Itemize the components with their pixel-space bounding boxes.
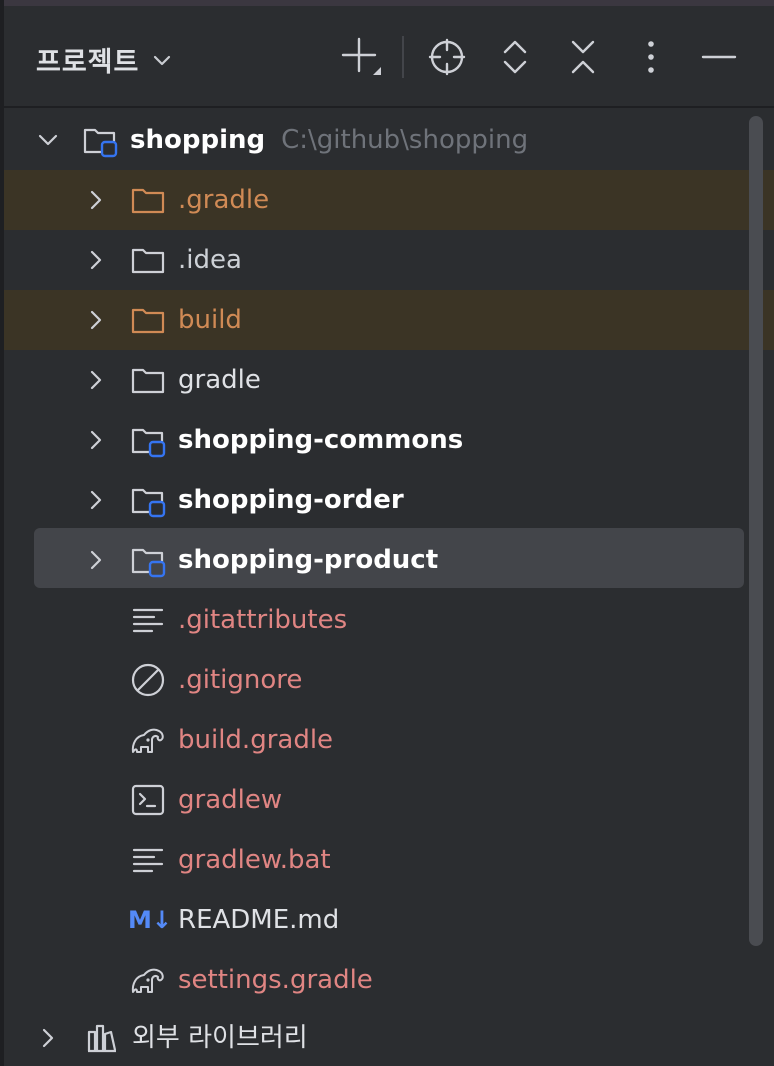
tree-row-readme[interactable]: M↓ README.md <box>4 890 774 950</box>
chevron-right-icon[interactable] <box>36 1026 60 1050</box>
tree-row-external-libraries[interactable]: 외부 라이브러리 <box>4 1008 774 1066</box>
chevron-right-icon[interactable] <box>84 428 108 452</box>
chevron-right-icon[interactable] <box>84 368 108 392</box>
tree-row-gradlew[interactable]: gradlew <box>4 770 774 830</box>
collapse-icon <box>571 40 595 74</box>
chevron-right-icon[interactable] <box>84 488 108 512</box>
tree-row-dot-gradle[interactable]: .gradle <box>4 170 774 230</box>
tree-row-root[interactable]: shopping C:\github\shopping <box>4 110 774 170</box>
tree-row-build-gradle[interactable]: build.gradle <box>4 710 774 770</box>
tree-row-gradlew-bat[interactable]: gradlew.bat <box>4 830 774 890</box>
item-label: .idea <box>178 245 242 275</box>
crosshair-icon <box>428 38 466 76</box>
module-folder-icon <box>131 428 166 458</box>
vertical-scrollbar[interactable] <box>749 116 763 946</box>
plus-icon <box>341 37 381 75</box>
gradle-elephant-icon <box>131 968 164 993</box>
item-label: shopping-commons <box>178 425 464 455</box>
tree-row-shopping-product[interactable]: shopping-product <box>34 528 744 588</box>
tree-row-shopping-commons[interactable]: shopping-commons <box>4 410 774 470</box>
chevron-down-icon <box>154 55 171 65</box>
locate-file-button[interactable] <box>424 34 470 80</box>
item-label: .gitignore <box>178 665 303 695</box>
toolbar-divider <box>402 36 404 78</box>
item-label: .gitattributes <box>178 605 348 635</box>
chevron-right-icon[interactable] <box>84 548 108 572</box>
item-label: README.md <box>178 905 340 935</box>
item-label: build <box>178 305 242 335</box>
expand-all-button[interactable] <box>492 34 538 80</box>
item-label: shopping-product <box>178 545 439 575</box>
markdown-icon: M↓ <box>128 906 172 934</box>
tree-row-gitattributes[interactable]: .gitattributes <box>4 590 774 650</box>
root-name: shopping <box>130 125 266 155</box>
tree-row-gitignore[interactable]: .gitignore <box>4 650 774 710</box>
chevron-down-icon[interactable] <box>36 128 60 152</box>
item-label: gradle <box>178 365 261 395</box>
tree-row-gradle[interactable]: gradle <box>4 350 774 410</box>
root-label: shopping C:\github\shopping <box>130 123 528 157</box>
item-label: gradlew <box>178 785 283 815</box>
item-label: shopping-order <box>178 485 404 515</box>
header-title: 프로젝트 <box>36 47 140 78</box>
ignore-file-icon <box>131 663 165 697</box>
external-libraries-label: 외부 라이브러리 <box>132 1023 308 1053</box>
tree-row-settings-gradle[interactable]: settings.gradle <box>4 950 774 1010</box>
text-file-icon <box>132 608 164 633</box>
tree-row-dot-idea[interactable]: .idea <box>4 230 774 290</box>
text-file-icon <box>132 848 164 873</box>
root-path: C:\github\shopping <box>281 125 529 155</box>
expand-icon <box>503 40 527 74</box>
chevron-right-icon[interactable] <box>84 308 108 332</box>
module-folder-icon <box>131 488 166 518</box>
tree-row-build[interactable]: build <box>4 290 774 350</box>
minimize-icon <box>701 55 737 59</box>
library-icon <box>87 1024 117 1053</box>
chevron-right-icon[interactable] <box>84 248 108 272</box>
module-folder-icon <box>131 548 166 578</box>
collapse-all-button[interactable] <box>560 34 606 80</box>
more-vertical-icon <box>648 41 654 73</box>
excluded-folder-icon <box>131 308 165 334</box>
folder-icon <box>131 248 165 274</box>
tree-row-shopping-order[interactable]: shopping-order <box>4 470 774 530</box>
project-tool-window: 프로젝트 shopping C:\github\shopping .gradle… <box>0 0 774 1066</box>
tool-window-header: 프로젝트 <box>4 6 774 108</box>
options-button[interactable] <box>628 34 674 80</box>
folder-icon <box>131 368 165 394</box>
gradle-elephant-icon <box>131 728 164 753</box>
hide-button[interactable] <box>696 34 742 80</box>
item-label: gradlew.bat <box>178 845 331 875</box>
project-tree: shopping C:\github\shopping .gradle .idea <box>4 108 774 1066</box>
excluded-folder-icon <box>131 188 165 214</box>
module-folder-icon <box>83 128 118 158</box>
add-button[interactable] <box>338 34 384 80</box>
item-label: build.gradle <box>178 725 334 755</box>
item-label: .gradle <box>178 185 270 215</box>
item-label: settings.gradle <box>178 965 373 995</box>
chevron-right-icon[interactable] <box>84 188 108 212</box>
view-selector[interactable]: 프로젝트 <box>36 40 173 79</box>
terminal-script-icon <box>131 784 165 816</box>
